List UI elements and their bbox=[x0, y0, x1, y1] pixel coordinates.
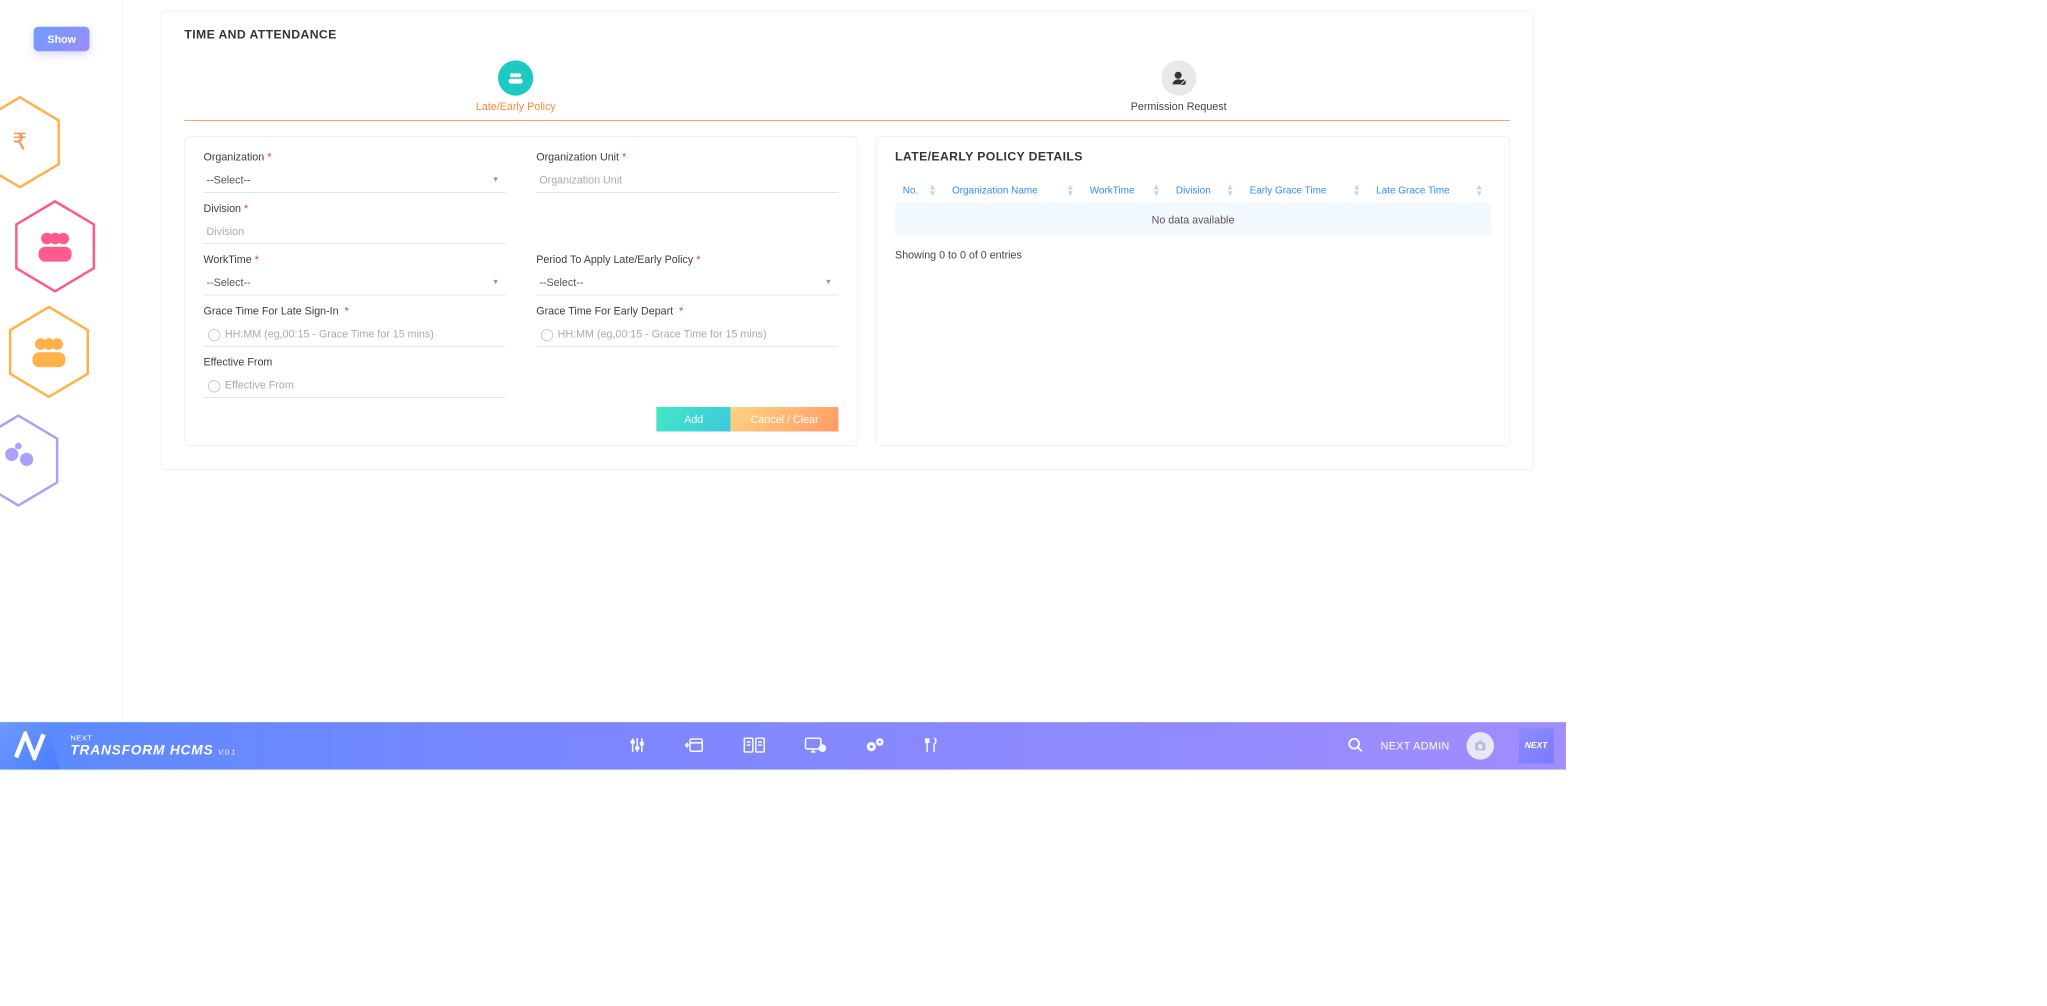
user-block-icon bbox=[1161, 60, 1196, 95]
attendance-card: TIME AND ATTENDANCE Late/Early Policy Pe… bbox=[161, 11, 1534, 470]
entries-info: Showing 0 to 0 of 0 entries bbox=[895, 249, 1491, 261]
settings-sliders-icon[interactable] bbox=[628, 736, 646, 757]
cancel-clear-button[interactable]: Cancel / Clear bbox=[731, 407, 839, 431]
sort-icon[interactable]: ▲▼ bbox=[928, 184, 936, 196]
brand-logo[interactable]: NEXT TRANSFORM HCMSV.0.1 bbox=[0, 722, 252, 769]
division-input[interactable] bbox=[203, 219, 505, 244]
page-title: TIME AND ATTENDANCE bbox=[161, 11, 1533, 51]
grace-late-label: Grace Time For Late Sign-In * bbox=[203, 304, 505, 316]
col-early-grace[interactable]: Early Grace Time▲▼ bbox=[1242, 178, 1369, 202]
col-no[interactable]: No.▲▼ bbox=[895, 178, 944, 202]
sidebar-show-button[interactable]: Show bbox=[34, 27, 90, 51]
tab-late-early-policy[interactable]: Late/Early Policy bbox=[184, 51, 847, 120]
avatar[interactable] bbox=[1467, 732, 1495, 760]
org-unit-label: Organization Unit * bbox=[536, 151, 838, 163]
period-label: Period To Apply Late/Early Policy * bbox=[536, 253, 838, 265]
effective-from-label: Effective From bbox=[203, 356, 505, 368]
grace-early-label: Grace Time For Early Depart * bbox=[536, 304, 838, 316]
sidebar-hex-users-pink[interactable] bbox=[14, 199, 97, 294]
sort-icon[interactable]: ▲▼ bbox=[1152, 184, 1160, 196]
svg-text:₹: ₹ bbox=[820, 745, 824, 752]
tabs: Late/Early Policy Permission Request bbox=[184, 51, 1510, 121]
division-label: Division * bbox=[203, 202, 505, 214]
sidebar-hex-support[interactable] bbox=[0, 413, 60, 508]
effective-from-input[interactable] bbox=[203, 373, 505, 398]
col-late-grace[interactable]: Late Grace Time▲▼ bbox=[1369, 178, 1491, 202]
sort-icon[interactable]: ▲▼ bbox=[1226, 184, 1234, 196]
tab-label: Late/Early Policy bbox=[184, 100, 847, 112]
sidebar-hex-billing[interactable]: ₹ bbox=[0, 95, 61, 190]
grace-early-input[interactable] bbox=[536, 321, 838, 346]
svg-text:₹: ₹ bbox=[13, 128, 28, 154]
people-icon bbox=[498, 60, 533, 95]
worktime-select[interactable]: --Select-- bbox=[203, 270, 505, 295]
details-title: LATE/EARLY POLICY DETAILS bbox=[895, 151, 1491, 165]
worktime-label: WorkTime * bbox=[203, 253, 505, 265]
user-name[interactable]: NEXT ADMIN bbox=[1381, 740, 1450, 752]
sort-icon[interactable]: ▲▼ bbox=[1475, 184, 1483, 196]
organization-select[interactable]: --Select-- bbox=[203, 168, 505, 193]
col-worktime[interactable]: WorkTime▲▼ bbox=[1082, 178, 1168, 202]
policy-details-panel: LATE/EARLY POLICY DETAILS No.▲▼ Organiza… bbox=[876, 136, 1510, 446]
brand-square[interactable]: NEXT bbox=[1519, 728, 1554, 763]
org-label: Organization * bbox=[203, 151, 505, 163]
organization-unit-input[interactable] bbox=[536, 168, 838, 193]
monitor-money-icon[interactable]: ₹ bbox=[804, 736, 827, 757]
sort-icon[interactable]: ▲▼ bbox=[1353, 184, 1361, 196]
tab-permission-request[interactable]: Permission Request bbox=[847, 51, 1510, 120]
add-button[interactable]: Add bbox=[657, 407, 731, 431]
utensils-icon[interactable] bbox=[923, 736, 938, 757]
sidebar: Show ₹ bbox=[0, 0, 122, 770]
footer-bar: NEXT TRANSFORM HCMSV.0.1 ₹ NEXT ADMIN NE… bbox=[0, 722, 1566, 769]
gears-icon[interactable] bbox=[865, 736, 885, 757]
grace-late-input[interactable] bbox=[203, 321, 505, 346]
tab-label: Permission Request bbox=[847, 100, 1510, 112]
col-org-name[interactable]: Organization Name▲▼ bbox=[944, 178, 1082, 202]
period-select[interactable]: --Select-- bbox=[536, 270, 838, 295]
search-icon[interactable] bbox=[1347, 736, 1364, 755]
footer-icon-row: ₹ bbox=[628, 736, 939, 757]
policy-form: Organization * --Select-- Organization U… bbox=[184, 136, 857, 446]
main-content: TIME AND ATTENDANCE Late/Early Policy Pe… bbox=[122, 0, 1566, 724]
brand-text: NEXT TRANSFORM HCMSV.0.1 bbox=[70, 735, 235, 756]
table-empty-row: No data available bbox=[895, 203, 1491, 237]
sort-icon[interactable]: ▲▼ bbox=[1066, 184, 1074, 196]
footer-right: NEXT ADMIN NEXT bbox=[1347, 728, 1566, 763]
col-division[interactable]: Division▲▼ bbox=[1168, 178, 1242, 202]
policy-table: No.▲▼ Organization Name▲▼ WorkTime▲▼ Div… bbox=[895, 178, 1491, 236]
sidebar-hex-users-orange[interactable] bbox=[8, 304, 91, 399]
calendar-arrow-icon[interactable] bbox=[684, 736, 704, 757]
documents-icon[interactable] bbox=[742, 736, 765, 757]
logo-mark-icon bbox=[0, 722, 60, 769]
